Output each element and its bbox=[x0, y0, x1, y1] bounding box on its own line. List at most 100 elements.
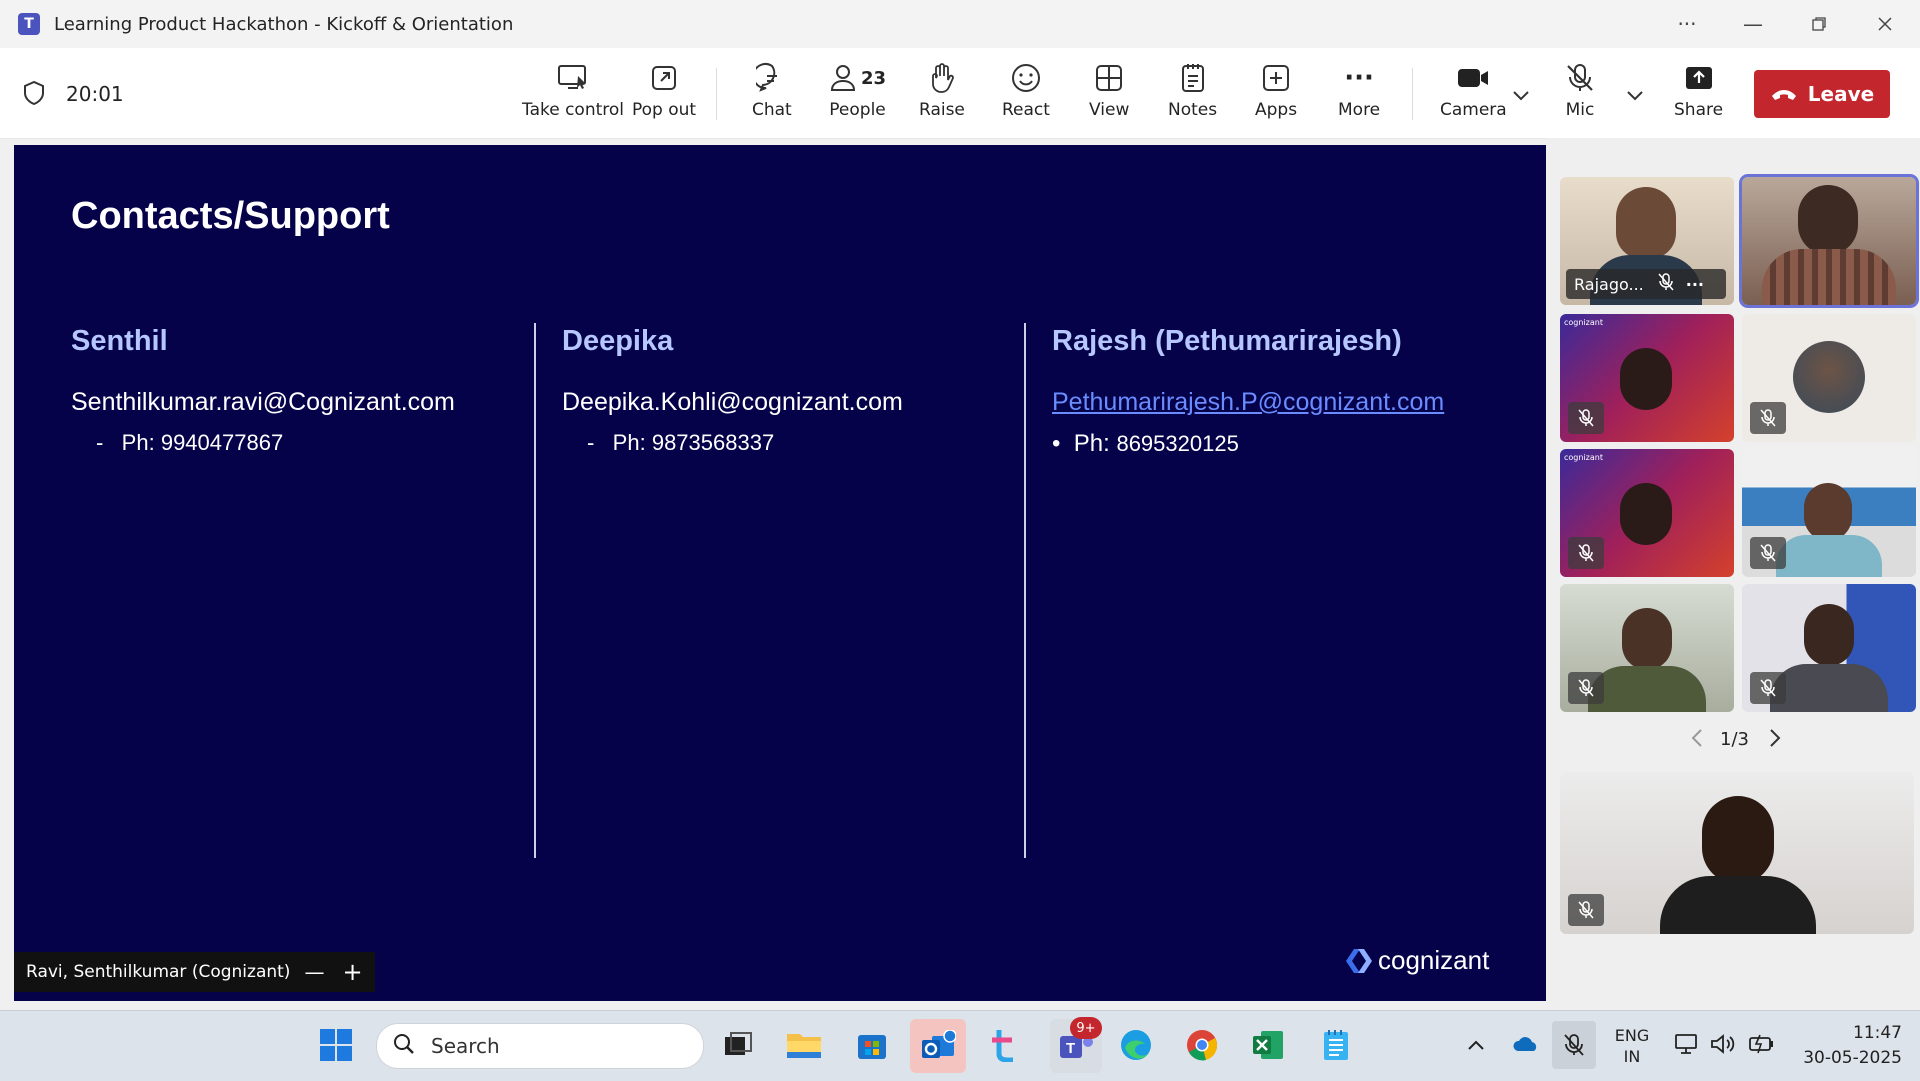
chat-button[interactable]: Chat bbox=[752, 60, 792, 120]
meeting-timer: 20:01 bbox=[66, 82, 124, 106]
more-button[interactable]: ··· More bbox=[1338, 60, 1380, 120]
contact-name: Rajesh (Pethumarirajesh) bbox=[1052, 325, 1402, 357]
notepad-icon[interactable] bbox=[1316, 1025, 1356, 1065]
contact-phone: - Ph: 9940477867 bbox=[96, 430, 284, 455]
react-button[interactable]: React bbox=[1002, 60, 1050, 120]
contact-email-link[interactable]: Pethumarirajesh.P@cognizant.com bbox=[1052, 388, 1444, 417]
pop-out-icon bbox=[648, 60, 680, 96]
view-button[interactable]: View bbox=[1089, 60, 1129, 120]
participant-avatar bbox=[1620, 348, 1672, 410]
apps-button[interactable]: Apps bbox=[1255, 60, 1297, 120]
battery-charging-icon[interactable] bbox=[1748, 1033, 1776, 1059]
pop-out-button[interactable]: Pop out bbox=[632, 60, 696, 120]
take-control-button[interactable]: Take control bbox=[522, 60, 624, 120]
mic-off-indicator bbox=[1568, 894, 1604, 926]
volume-icon[interactable] bbox=[1710, 1033, 1736, 1059]
leave-button[interactable]: Leave bbox=[1754, 70, 1890, 118]
shield-icon bbox=[22, 80, 46, 110]
meeting-toolbar: 20:01 Take control Pop out Chat 23 Peopl… bbox=[0, 48, 1920, 139]
mic-off-indicator bbox=[1568, 402, 1604, 434]
participant-more-icon[interactable]: ··· bbox=[1686, 275, 1704, 294]
participant-avatar bbox=[1804, 483, 1852, 541]
participant-name-tag: Rajago... ··· bbox=[1566, 269, 1726, 299]
edge-browser-icon[interactable] bbox=[1116, 1025, 1156, 1065]
more-options-icon[interactable]: ··· bbox=[1664, 8, 1710, 40]
participant-shirt bbox=[1770, 664, 1888, 712]
phone-hangup-icon bbox=[1770, 82, 1798, 106]
share-button[interactable]: Share bbox=[1674, 60, 1723, 120]
outlook-icon[interactable] bbox=[910, 1019, 966, 1073]
excel-icon[interactable] bbox=[1248, 1025, 1288, 1065]
chrome-browser-icon[interactable] bbox=[1182, 1025, 1222, 1065]
participant-tile-active-speaker[interactable] bbox=[1739, 174, 1919, 308]
teams-notification-badge: 9+ bbox=[1070, 1017, 1102, 1039]
title-bar: T Learning Product Hackathon - Kickoff &… bbox=[0, 0, 1920, 48]
shared-slide: Contacts/Support Senthil Senthilkumar.ra… bbox=[14, 145, 1546, 1001]
slide-title: Contacts/Support bbox=[71, 195, 390, 237]
grid-view-icon bbox=[1094, 60, 1124, 96]
cognizant-logo-mark bbox=[1346, 948, 1372, 973]
presenter-label: Ravi, Senthilkumar (Cognizant) — + bbox=[14, 952, 375, 992]
system-clock[interactable]: 11:47 30-05-2025 bbox=[1792, 1021, 1902, 1071]
raise-hand-button[interactable]: Raise bbox=[919, 60, 965, 120]
participant-avatar bbox=[1616, 187, 1676, 259]
contact-phone: - Ph: 9873568337 bbox=[587, 430, 775, 455]
onedrive-icon[interactable] bbox=[1512, 1035, 1540, 1057]
participant-avatar bbox=[1620, 483, 1672, 545]
add-apps-icon bbox=[1261, 60, 1291, 96]
participant-tile[interactable] bbox=[1742, 584, 1916, 712]
clock-date: 30-05-2025 bbox=[1803, 1048, 1902, 1068]
camera-options-chevron-icon[interactable] bbox=[1512, 86, 1530, 105]
mic-off-indicator bbox=[1750, 672, 1786, 704]
hand-icon bbox=[926, 60, 958, 96]
participants-panel: Rajago... ··· cognizant cognizant 1/3 bbox=[1546, 138, 1920, 1008]
taskbar-search-box[interactable]: Search bbox=[376, 1023, 704, 1069]
next-page-chevron-icon[interactable] bbox=[1768, 728, 1782, 752]
notes-button[interactable]: Notes bbox=[1168, 60, 1217, 120]
mic-button[interactable]: Mic bbox=[1564, 60, 1596, 120]
notes-icon bbox=[1179, 60, 1207, 96]
participant-tile[interactable] bbox=[1560, 584, 1734, 712]
windows-start-icon[interactable] bbox=[316, 1025, 356, 1065]
svg-text:T: T bbox=[1066, 1040, 1075, 1057]
participant-tile[interactable] bbox=[1742, 314, 1916, 442]
participant-avatar bbox=[1622, 608, 1672, 670]
file-explorer-icon[interactable] bbox=[784, 1025, 824, 1065]
minimize-button[interactable]: — bbox=[1730, 8, 1776, 40]
participant-tile[interactable] bbox=[1742, 449, 1916, 577]
microsoft-store-icon[interactable] bbox=[852, 1025, 892, 1065]
clock-time: 11:47 bbox=[1853, 1023, 1902, 1043]
camera-button[interactable]: Camera bbox=[1440, 60, 1507, 120]
people-count: 23 bbox=[861, 67, 887, 89]
participant-avatar bbox=[1702, 796, 1774, 884]
zoom-in-button[interactable]: + bbox=[342, 958, 362, 986]
input-language-indicator[interactable]: ENG IN bbox=[1612, 1025, 1652, 1067]
pinned-app-icon[interactable] bbox=[984, 1025, 1024, 1065]
toolbar-divider bbox=[1412, 68, 1413, 120]
participant-avatar bbox=[1793, 341, 1865, 413]
participant-shirt bbox=[1762, 249, 1896, 305]
ellipsis-icon: ··· bbox=[1344, 63, 1374, 93]
participant-shirt bbox=[1776, 535, 1882, 577]
task-view-icon[interactable] bbox=[718, 1025, 758, 1065]
close-button[interactable] bbox=[1862, 8, 1908, 40]
mic-options-chevron-icon[interactable] bbox=[1626, 86, 1644, 105]
show-hidden-icons-chevron-icon[interactable] bbox=[1466, 1037, 1486, 1056]
participant-tile[interactable]: cognizant bbox=[1560, 449, 1734, 577]
restore-button[interactable] bbox=[1796, 8, 1842, 40]
network-icon[interactable] bbox=[1674, 1033, 1698, 1059]
contact-phone: • Ph: 8695320125 bbox=[1052, 430, 1239, 457]
pagination-label: 1/3 bbox=[1720, 729, 1749, 750]
mic-muted-tray-icon[interactable] bbox=[1552, 1021, 1596, 1069]
participant-tile[interactable]: cognizant bbox=[1560, 314, 1734, 442]
previous-page-chevron-icon[interactable] bbox=[1690, 728, 1704, 752]
search-icon bbox=[393, 1033, 415, 1059]
self-view-tile[interactable] bbox=[1560, 772, 1914, 934]
people-button[interactable]: 23 People bbox=[829, 60, 886, 120]
contact-email: Deepika.Kohli@cognizant.com bbox=[562, 388, 903, 416]
contact-name: Senthil bbox=[71, 325, 168, 357]
participant-tile[interactable]: Rajago... ··· bbox=[1560, 177, 1734, 305]
share-screen-icon bbox=[1683, 60, 1715, 96]
mic-off-indicator bbox=[1750, 537, 1786, 569]
zoom-out-button[interactable]: — bbox=[304, 960, 324, 984]
